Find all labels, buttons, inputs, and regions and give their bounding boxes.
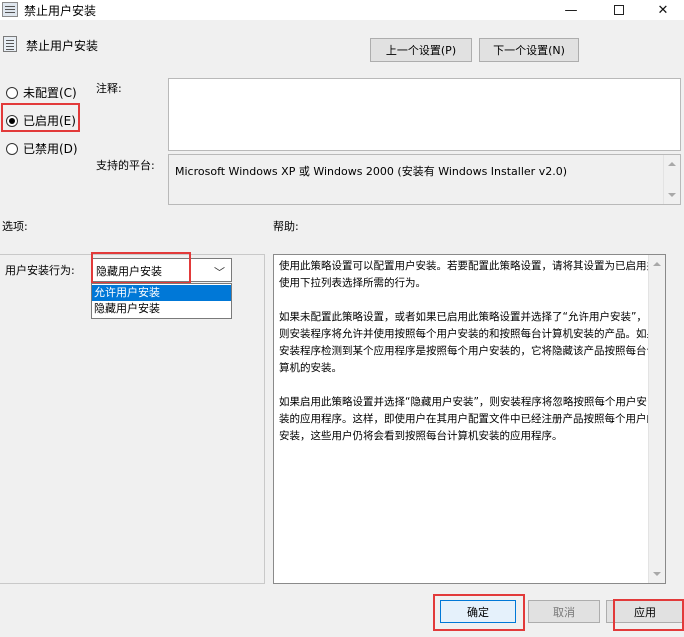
- previous-setting-button[interactable]: 上一个设置(P): [370, 38, 472, 62]
- options-section-label: 选项:: [2, 220, 28, 233]
- help-paragraph: 如果启用此策略设置并选择“隐藏用户安装”，则安装程序将忽略按照每个用户安装的应用…: [279, 396, 657, 442]
- help-section-label: 帮助:: [273, 220, 299, 233]
- dropdown-option-allow[interactable]: 允许用户安装: [92, 285, 231, 301]
- next-setting-button[interactable]: 下一个设置(N): [479, 38, 579, 62]
- comment-textarea[interactable]: [168, 78, 681, 151]
- platform-scrollbar[interactable]: [663, 155, 680, 204]
- policy-app-icon: [2, 2, 18, 17]
- supported-platform-label: 支持的平台:: [96, 159, 155, 172]
- policy-name: 禁止用户安装: [26, 39, 99, 53]
- apply-highlight-box: [613, 599, 684, 631]
- help-scrollbar[interactable]: [648, 255, 665, 583]
- select-highlight-box: [91, 252, 191, 284]
- close-button[interactable]: ✕: [640, 0, 684, 20]
- radio-label: 未配置(C): [23, 86, 77, 100]
- scroll-up-icon[interactable]: [668, 162, 676, 166]
- minimize-button[interactable]: —: [548, 0, 594, 20]
- install-behavior-dropdown: 允许用户安装 隐藏用户安装: [91, 283, 232, 319]
- help-paragraph: 使用此策略设置可以配置用户安装。若要配置此策略设置，请将其设置为已启用并使用下拉…: [279, 260, 657, 289]
- ok-highlight-box: [433, 594, 525, 631]
- chevron-down-icon[interactable]: ﹀: [214, 264, 225, 280]
- help-panel: 使用此策略设置可以配置用户安装。若要配置此策略设置，请将其设置为已启用并使用下拉…: [273, 254, 666, 584]
- help-paragraph: 如果未配置此策略设置，或者如果已启用此策略设置并选择了“允许用户安装”，则安装程…: [279, 311, 657, 374]
- radio-not-configured[interactable]: 未配置(C): [6, 84, 77, 101]
- radio-circle[interactable]: [6, 142, 18, 155]
- title-bar: 禁止用户安装 — ✕: [0, 0, 684, 20]
- supported-platform-box: Microsoft Windows XP 或 Windows 2000 (安装有…: [168, 154, 681, 205]
- radio-disabled[interactable]: 已禁用(D): [6, 140, 78, 157]
- policy-setting-icon: [3, 36, 17, 52]
- radio-circle[interactable]: [6, 86, 18, 99]
- scroll-up-icon[interactable]: [653, 262, 661, 266]
- maximize-button[interactable]: [596, 0, 642, 20]
- enabled-highlight-box: [1, 103, 80, 132]
- maximize-icon: [614, 5, 624, 15]
- scroll-down-icon[interactable]: [653, 572, 661, 576]
- install-behavior-label: 用户安装行为:: [5, 264, 75, 277]
- scroll-down-icon[interactable]: [668, 193, 676, 197]
- cancel-button[interactable]: 取消: [528, 600, 600, 623]
- supported-platform-text: Microsoft Windows XP 或 Windows 2000 (安装有…: [175, 165, 567, 178]
- window-title: 禁止用户安装: [24, 4, 97, 18]
- comment-label: 注释:: [96, 82, 122, 95]
- radio-label: 已禁用(D): [23, 142, 78, 156]
- dropdown-option-hide[interactable]: 隐藏用户安装: [92, 301, 231, 317]
- help-text: 使用此策略设置可以配置用户安装。若要配置此策略设置，请将其设置为已启用并使用下拉…: [279, 258, 657, 462]
